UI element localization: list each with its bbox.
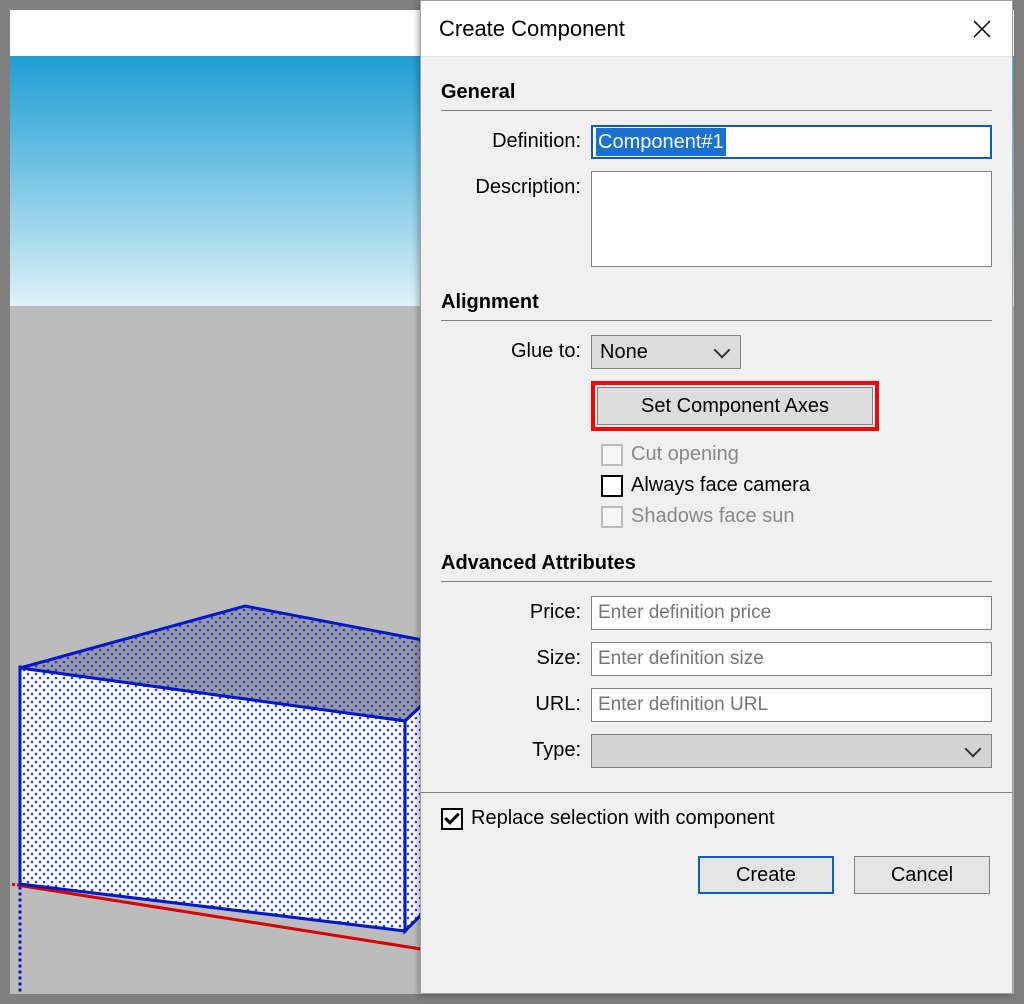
dialog-title: Create Component (439, 16, 625, 42)
glue-to-label: Glue to: (441, 335, 591, 363)
shadows-face-sun-label: Shadows face sun (631, 505, 794, 528)
create-button[interactable]: Create (698, 856, 834, 894)
cancel-button[interactable]: Cancel (854, 856, 990, 894)
dialog-bottom: Replace selection with component Create … (421, 792, 1012, 894)
glue-to-select[interactable]: None (591, 335, 741, 369)
description-input[interactable] (591, 171, 992, 267)
section-general-heading: General (441, 75, 992, 111)
cut-opening-checkbox (601, 444, 623, 466)
section-alignment-heading: Alignment (441, 285, 992, 321)
blue-axis-icon (19, 666, 22, 886)
url-input[interactable] (591, 688, 992, 722)
description-label: Description: (441, 171, 591, 199)
size-label: Size: (441, 642, 591, 670)
type-label: Type: (441, 734, 591, 762)
always-face-camera-checkbox[interactable] (601, 475, 623, 497)
spacer-label (441, 381, 591, 386)
set-axes-highlight: Set Component Axes (591, 381, 879, 431)
blue-axis-neg-icon (19, 886, 22, 995)
price-input[interactable] (591, 596, 992, 630)
chevron-down-icon (967, 742, 983, 758)
replace-selection-checkbox[interactable] (441, 808, 463, 830)
size-input[interactable] (591, 642, 992, 676)
dialog-titlebar[interactable]: Create Component (421, 1, 1012, 57)
definition-input[interactable]: Component#1 (591, 125, 992, 159)
set-component-axes-button[interactable]: Set Component Axes (597, 387, 873, 425)
definition-value: Component#1 (596, 128, 726, 156)
url-label: URL: (441, 688, 591, 716)
create-component-dialog: Create Component General Definition: Com… (420, 0, 1013, 994)
dialog-body: General Definition: Component#1 Descript… (421, 57, 1012, 894)
section-advanced-heading: Advanced Attributes (441, 546, 992, 582)
app-frame: Create Component General Definition: Com… (0, 0, 1024, 1004)
chevron-down-icon (716, 343, 732, 359)
type-value (592, 735, 991, 743)
replace-selection-label: Replace selection with component (471, 807, 775, 830)
shadows-face-sun-checkbox (601, 506, 623, 528)
always-face-camera-label: Always face camera (631, 474, 810, 497)
definition-label: Definition: (441, 125, 591, 153)
type-select[interactable] (591, 734, 992, 768)
cut-opening-label: Cut opening (631, 443, 739, 466)
close-icon[interactable] (962, 9, 1002, 49)
checkmark-icon (444, 809, 460, 825)
price-label: Price: (441, 596, 591, 624)
